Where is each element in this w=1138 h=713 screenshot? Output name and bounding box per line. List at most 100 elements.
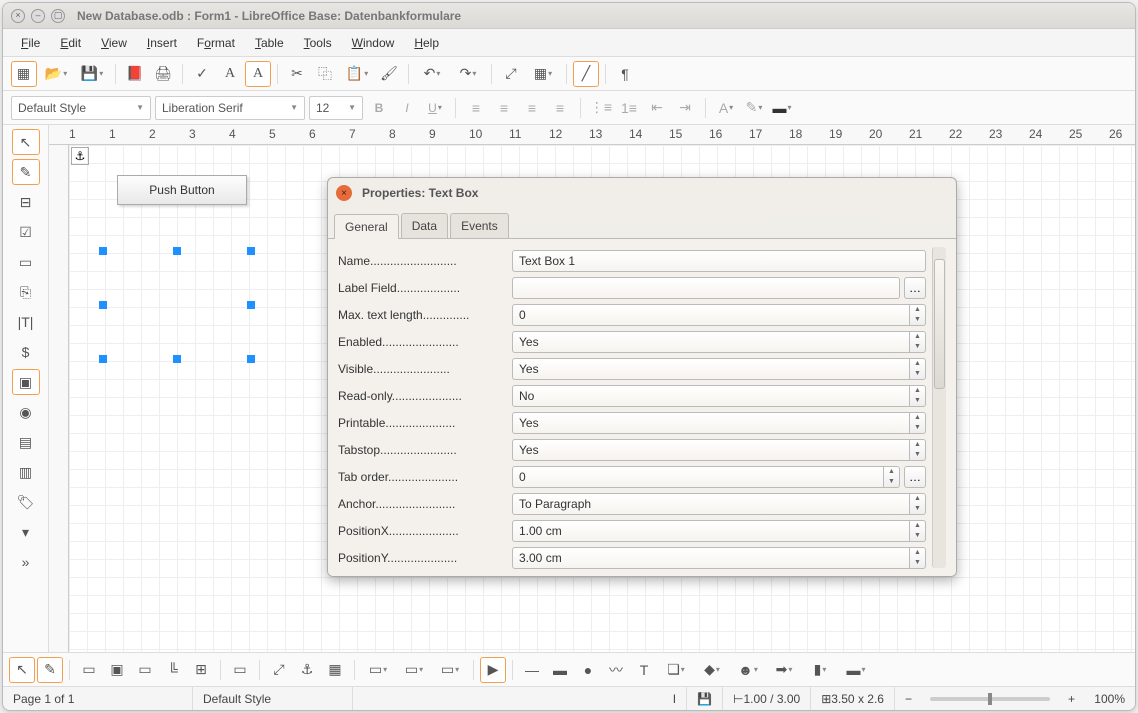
align-left-icon[interactable]: ≡ (464, 96, 488, 120)
resize-handle[interactable] (247, 301, 255, 309)
option-tool[interactable]: ◉ (12, 399, 40, 425)
callout-icon[interactable]: ❏▾ (659, 657, 693, 683)
align-center-icon[interactable]: ≡ (492, 96, 516, 120)
scrollbar-thumb[interactable] (934, 259, 945, 389)
redo-icon[interactable]: ↷▾ (451, 61, 485, 87)
groupbox-tool[interactable]: ▣ (12, 369, 40, 395)
nav-form2-icon[interactable]: ▭ (132, 657, 158, 683)
checkbox-tool[interactable]: ☑ (12, 219, 40, 245)
listbox-tool[interactable]: ▤ (12, 429, 40, 455)
prop-input[interactable]: To Paragraph (512, 493, 910, 515)
overflow-tool[interactable]: » (12, 549, 40, 575)
spin-buttons[interactable]: ▲▼ (910, 493, 926, 515)
align-justify-icon[interactable]: ≡ (548, 96, 572, 120)
spin-buttons[interactable]: ▲▼ (910, 412, 926, 434)
prop-input[interactable]: Yes (512, 331, 910, 353)
save-status-icon[interactable]: 💾 (687, 687, 723, 710)
design-mode-tool[interactable]: ✎ (12, 159, 40, 185)
select-tool[interactable]: ↖ (12, 129, 40, 155)
curve-icon[interactable]: 〰 (603, 657, 629, 683)
indent-dec-icon[interactable]: ⇤ (645, 96, 669, 120)
prop-input[interactable]: No (512, 385, 910, 407)
menu-help[interactable]: Help (404, 32, 449, 54)
bold-icon[interactable]: B (367, 96, 391, 120)
paste-icon[interactable]: 📋▾ (340, 61, 374, 87)
star-shapes-icon[interactable]: ▬▾ (839, 657, 873, 683)
edit-icon[interactable]: ✎ (37, 657, 63, 683)
undo-icon[interactable]: ↶▾ (415, 61, 449, 87)
add-field-icon[interactable]: ⊞ (188, 657, 214, 683)
save-icon[interactable]: 💾▾ (75, 61, 109, 87)
insert-mode-icon[interactable]: I (663, 687, 687, 710)
number-list-icon[interactable]: 1≡ (617, 96, 641, 120)
ellipse-icon[interactable]: ● (575, 657, 601, 683)
tab-data[interactable]: Data (401, 213, 448, 238)
controls-tool[interactable]: ⊟ (12, 189, 40, 215)
align-right-icon[interactable]: ≡ (520, 96, 544, 120)
textbox-tool[interactable]: ▭ (12, 249, 40, 275)
zoom-slider[interactable] (930, 697, 1050, 701)
spin-buttons[interactable]: ▲▼ (910, 439, 926, 461)
tab-events[interactable]: Events (450, 213, 509, 238)
selected-textbox-control[interactable] (103, 251, 251, 359)
nav-form-icon[interactable]: ▭ (76, 657, 102, 683)
formatted-field-tool[interactable]: ⎘ (12, 279, 40, 305)
textframe-icon[interactable]: T (631, 657, 657, 683)
vertical-ruler[interactable] (49, 145, 69, 652)
zoom-out-icon[interactable]: − (895, 687, 922, 710)
dialog-scrollbar[interactable] (932, 247, 946, 568)
currency-tool[interactable]: $ (12, 339, 40, 365)
clone-format-icon[interactable]: 🖌 (376, 61, 402, 87)
tab-order-icon[interactable]: ╚ (160, 657, 186, 683)
highlight-icon[interactable]: ✎▾ (742, 96, 766, 120)
pilcrow-icon[interactable]: ¶ (612, 61, 638, 87)
char-a2-icon[interactable]: A (245, 61, 271, 87)
spin-buttons[interactable]: ▲▼ (910, 331, 926, 353)
symbol-shapes-icon[interactable]: ☻▾ (731, 657, 765, 683)
find-icon[interactable]: ⤢ (498, 61, 524, 87)
prop-input[interactable]: 1.00 cm (512, 520, 910, 542)
select-arrow-icon[interactable]: ↖ (9, 657, 35, 683)
resize-handle[interactable] (99, 301, 107, 309)
push-button-control[interactable]: Push Button (117, 175, 247, 205)
spin-buttons[interactable]: ▲▼ (910, 520, 926, 542)
menu-format[interactable]: Format (187, 32, 245, 54)
group-icon[interactable]: ▭▾ (433, 657, 467, 683)
table-icon[interactable]: ▦▾ (526, 61, 560, 87)
draw-line-icon[interactable]: ╱ (573, 61, 599, 87)
prop-input[interactable]: Yes (512, 439, 910, 461)
resize-handle[interactable] (99, 355, 107, 363)
spin-buttons[interactable]: ▲▼ (910, 358, 926, 380)
menu-window[interactable]: Window (342, 32, 405, 54)
copy-icon[interactable]: ⿻ (312, 61, 338, 87)
align-icon[interactable]: ▭▾ (361, 657, 395, 683)
menu-tools[interactable]: Tools (294, 32, 342, 54)
prop-input[interactable]: Text Box 1 (512, 250, 926, 272)
dialog-close-icon[interactable]: × (336, 185, 352, 201)
resize-handle[interactable] (99, 247, 107, 255)
resize-handle[interactable] (173, 355, 181, 363)
arrange-icon[interactable]: ▭▾ (397, 657, 431, 683)
window-maximize-icon[interactable]: ▢ (51, 9, 65, 23)
export-pdf-icon[interactable]: 📕 (122, 61, 148, 87)
spellcheck-icon[interactable]: ✓ (189, 61, 215, 87)
zoom-value[interactable]: 100% (1085, 687, 1135, 710)
resize-handle[interactable] (173, 247, 181, 255)
new-icon[interactable]: ▦ (11, 61, 37, 87)
font-color-icon[interactable]: A▾ (714, 96, 738, 120)
prop-input[interactable]: 3.00 cm (512, 547, 910, 569)
activation-icon[interactable]: ⤢ (266, 657, 292, 683)
window-close-icon[interactable]: × (11, 9, 25, 23)
char-a-icon[interactable]: A (217, 61, 243, 87)
browse-button[interactable]: … (904, 466, 926, 488)
window-minimize-icon[interactable]: – (31, 9, 45, 23)
open-readonly-icon[interactable]: ▭ (227, 657, 253, 683)
underline-icon[interactable]: U▾ (423, 96, 447, 120)
spin-buttons[interactable]: ▲▼ (884, 466, 900, 488)
rect-icon[interactable]: ▬ (547, 657, 573, 683)
flowchart-icon[interactable]: ▮▾ (803, 657, 837, 683)
spin-buttons[interactable]: ▲▼ (910, 304, 926, 326)
menu-view[interactable]: View (91, 32, 137, 54)
arrow-shapes-icon[interactable]: ➡▾ (767, 657, 801, 683)
browse-button[interactable]: … (904, 277, 926, 299)
